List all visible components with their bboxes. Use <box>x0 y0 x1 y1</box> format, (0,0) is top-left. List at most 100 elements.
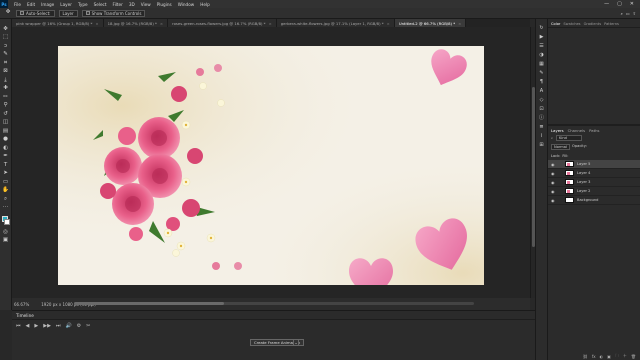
quick-select-icon[interactable]: ✎ <box>2 51 10 60</box>
new-layer-icon[interactable]: ＋ <box>623 353 627 359</box>
tab-18[interactable]: 18.jpg @ 16.7% (RGB/8) * × <box>103 19 169 27</box>
document-canvas[interactable] <box>58 46 484 285</box>
actions-icon[interactable]: ▶ <box>538 32 546 41</box>
next-frame-icon[interactable]: ▶▶ <box>43 323 51 329</box>
marquee-tool-icon[interactable]: ⬚ <box>2 34 10 43</box>
mask-icon[interactable]: ▣ <box>607 354 611 359</box>
character-icon[interactable]: A <box>538 86 546 95</box>
menu-window[interactable]: Window <box>175 2 198 7</box>
history-icon[interactable]: ↻ <box>538 23 546 32</box>
eye-icon[interactable]: ◉ <box>551 171 556 176</box>
layer-row[interactable]: ◉ Background <box>548 196 640 205</box>
menu-plugins[interactable]: Plugins <box>154 2 175 7</box>
quick-mask-icon[interactable]: ◎ <box>2 228 10 237</box>
dodge-tool-icon[interactable]: ◐ <box>2 144 10 153</box>
filter-kind-dropdown[interactable]: Kind <box>556 135 583 141</box>
blur-tool-icon[interactable]: ● <box>2 136 10 145</box>
layer-row[interactable]: ◉ Layer 4 <box>548 169 640 178</box>
frame-tool-icon[interactable]: ⊠ <box>2 68 10 77</box>
move-tool-icon[interactable]: ✥ <box>4 9 12 18</box>
screen-mode-icon[interactable]: ▣ <box>2 237 10 246</box>
maximize-button[interactable]: ▢ <box>617 1 622 7</box>
eye-icon[interactable]: ◉ <box>551 189 556 194</box>
history-brush-icon[interactable]: ↺ <box>2 110 10 119</box>
previous-frame-icon[interactable]: ◀ <box>26 323 30 329</box>
link-layers-icon[interactable]: ⛓ <box>583 354 588 359</box>
zoom-level[interactable]: 66.67% <box>14 302 29 307</box>
tab-swatches[interactable]: Swatches <box>563 22 580 26</box>
pen-tool-icon[interactable]: ✒ <box>2 153 10 162</box>
auto-select-dropdown[interactable]: Layer <box>58 9 78 17</box>
tab-gerbera[interactable]: gerbera-white-flowers.jpg @ 17.1% (Layer… <box>276 19 395 27</box>
photoshop-logo[interactable]: Ps <box>0 0 8 8</box>
last-frame-icon[interactable]: ⏭ <box>56 323 61 329</box>
split-icon[interactable]: ✂ <box>86 323 90 329</box>
close-icon[interactable]: × <box>95 21 98 26</box>
settings-icon[interactable]: ⚙ <box>77 323 81 329</box>
paths-icon[interactable]: ⌇ <box>538 131 546 140</box>
tab-patterns[interactable]: Patterns <box>604 22 619 26</box>
tab-paths[interactable]: Paths <box>589 128 599 133</box>
eyedropper-icon[interactable]: ⤓ <box>2 76 10 85</box>
share-icon[interactable]: ⇪ <box>633 11 636 16</box>
scroll-thumb[interactable] <box>74 302 224 305</box>
menu-image[interactable]: Image <box>38 2 57 7</box>
paragraph-icon[interactable]: ¶ <box>538 77 546 86</box>
play-icon[interactable]: ▶ <box>34 323 38 329</box>
zoom-tool-icon[interactable]: ⌕ <box>2 195 10 204</box>
styles-icon[interactable]: ◇ <box>538 95 546 104</box>
libraries-icon[interactable]: ▦ <box>538 59 546 68</box>
tab-pink-wrapper[interactable]: pink wrapper @ 16% (Group 1, RGB/8) * × <box>12 19 104 27</box>
search-icon[interactable]: ⌕ <box>621 11 623 16</box>
background-color-swatch[interactable] <box>3 219 10 225</box>
crop-tool-icon[interactable]: ⌗ <box>2 59 10 68</box>
hand-tool-icon[interactable]: ✋ <box>2 187 10 196</box>
eye-icon[interactable]: ◉ <box>551 198 556 203</box>
menu-view[interactable]: View <box>138 2 154 7</box>
blend-mode-dropdown[interactable]: Normal <box>551 144 571 150</box>
menu-help[interactable]: Help <box>197 2 213 7</box>
menu-edit[interactable]: Edit <box>24 2 38 7</box>
fx-icon[interactable]: fx <box>592 354 596 359</box>
menu-3d[interactable]: 3D <box>126 2 138 7</box>
canvas-area[interactable] <box>12 27 530 298</box>
layer-row[interactable]: ◉ Layer 2 <box>548 187 640 196</box>
folder-icon[interactable]: 🗀 <box>615 353 619 360</box>
audio-icon[interactable]: 🔊 <box>65 323 71 329</box>
adjustments-icon[interactable]: ◑ <box>538 50 546 59</box>
path-select-icon[interactable]: ➤ <box>2 170 10 179</box>
eraser-tool-icon[interactable]: ◫ <box>2 119 10 128</box>
menu-file[interactable]: File <box>11 2 24 7</box>
close-icon[interactable]: × <box>458 21 461 26</box>
tab-gradients[interactable]: Gradients <box>584 22 602 26</box>
menu-select[interactable]: Select <box>91 2 110 7</box>
glyphs-icon[interactable]: ⊞ <box>538 140 546 149</box>
menu-type[interactable]: Type <box>75 2 91 7</box>
tab-layers[interactable]: Layers <box>551 128 564 133</box>
clone-stamp-icon[interactable]: ⚲ <box>2 102 10 111</box>
chevron-down-icon[interactable]: ⌄ <box>293 339 299 346</box>
eye-icon[interactable]: ◉ <box>551 180 556 185</box>
channels-icon[interactable]: ≣ <box>538 122 546 131</box>
close-button[interactable]: ✕ <box>630 1 634 7</box>
rectangle-tool-icon[interactable]: ▭ <box>2 178 10 187</box>
info-icon[interactable]: ⓘ <box>538 113 546 122</box>
brush-tool-icon[interactable]: ✏ <box>2 93 10 102</box>
auto-select-checkbox[interactable]: Auto-Select: <box>16 9 55 17</box>
eye-icon[interactable]: ◉ <box>551 162 556 167</box>
layer-row[interactable]: ◉ Layer 5 <box>548 160 640 169</box>
move-tool-icon[interactable]: ✥ <box>2 25 10 34</box>
close-icon[interactable]: × <box>387 21 390 26</box>
trash-icon[interactable]: 🗑 <box>631 354 636 359</box>
tab-color[interactable]: Color <box>551 22 560 26</box>
first-frame-icon[interactable]: ⏮ <box>16 323 21 329</box>
tab-untitled-2[interactable]: Untitled-2 @ 66.7% (RGB/8) * × <box>394 19 467 27</box>
show-transform-checkbox[interactable]: Show Transform Controls <box>81 9 146 17</box>
horizontal-scrollbar[interactable] <box>74 302 474 305</box>
minimize-button[interactable]: — <box>604 1 609 7</box>
properties-icon[interactable]: ☰ <box>538 41 546 50</box>
close-icon[interactable]: × <box>160 21 163 26</box>
menu-filter[interactable]: Filter <box>109 2 125 7</box>
tab-channels[interactable]: Channels <box>568 128 586 133</box>
timeline-title[interactable]: Timeline <box>16 313 34 318</box>
